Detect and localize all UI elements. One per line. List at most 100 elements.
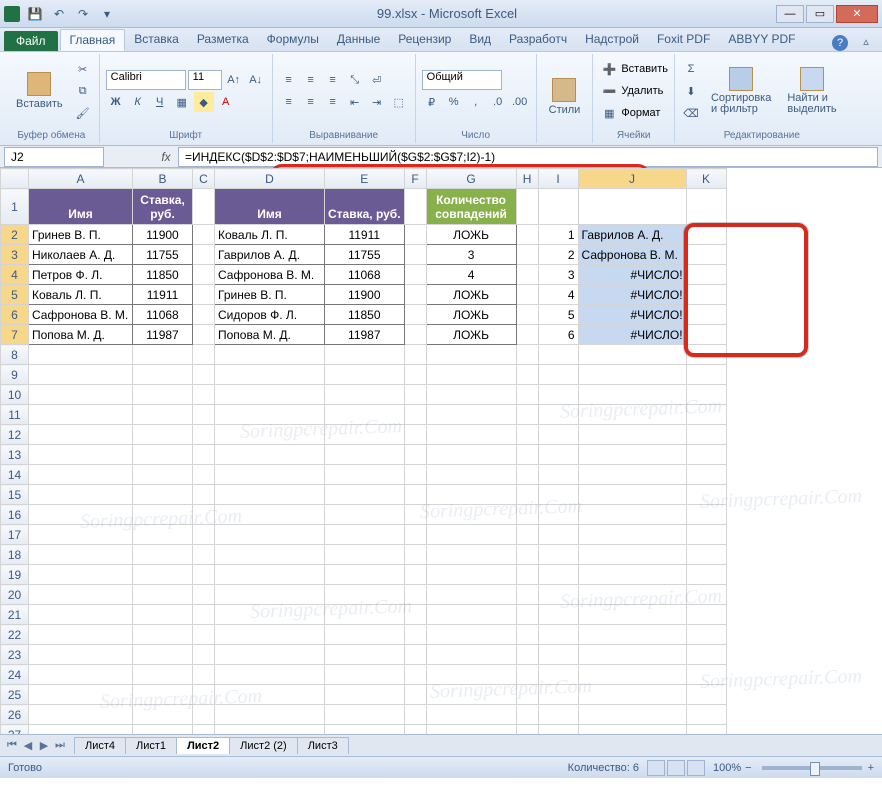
font-size-combo[interactable]: 11 [188,70,222,90]
cell-H2[interactable] [516,225,538,245]
cell-F14[interactable] [404,465,426,485]
cell-A2[interactable]: Гринев В. П. [29,225,133,245]
row-header-18[interactable]: 18 [1,545,29,565]
cell-I2[interactable]: 1 [538,225,578,245]
sheet-tab-Лист3[interactable]: Лист3 [297,737,349,754]
cell-H20[interactable] [516,585,538,605]
cell-K24[interactable] [686,665,726,685]
cell-J24[interactable] [578,665,686,685]
cell-F8[interactable] [404,345,426,365]
delete-cells-icon[interactable]: ➖ [599,81,619,101]
cell-F12[interactable] [404,425,426,445]
cell-D26[interactable] [215,705,325,725]
cell-G27[interactable] [426,725,516,735]
sheet-tab-Лист2[interactable]: Лист2 [176,737,230,754]
font-name-combo[interactable]: Calibri [106,70,186,90]
cell-H4[interactable] [516,265,538,285]
cell-I6[interactable]: 5 [538,305,578,325]
cell-I18[interactable] [538,545,578,565]
col-header-G[interactable]: G [426,169,516,189]
row-header-15[interactable]: 15 [1,485,29,505]
row-header-19[interactable]: 19 [1,565,29,585]
cell-C8[interactable] [193,345,215,365]
ribbon-tab-2[interactable]: Разметка [188,29,258,51]
cell-A8[interactable] [29,345,133,365]
cell-A10[interactable] [29,385,133,405]
cell-I1[interactable] [538,189,578,225]
cell-E1[interactable]: Ставка, руб. [325,189,405,225]
row-header-2[interactable]: 2 [1,225,29,245]
cell-F19[interactable] [404,565,426,585]
cell-K12[interactable] [686,425,726,445]
cell-C22[interactable] [193,625,215,645]
row-header-17[interactable]: 17 [1,525,29,545]
cell-C7[interactable] [193,325,215,345]
cell-C24[interactable] [193,665,215,685]
cell-I5[interactable]: 4 [538,285,578,305]
cell-D3[interactable]: Гаврилов А. Д. [215,245,325,265]
cell-B25[interactable] [133,685,193,705]
cell-J22[interactable] [578,625,686,645]
ribbon-tab-3[interactable]: Формулы [258,29,328,51]
cell-K16[interactable] [686,505,726,525]
row-header-5[interactable]: 5 [1,285,29,305]
cell-E15[interactable] [325,485,405,505]
fx-icon[interactable]: fx [154,150,178,164]
cell-I21[interactable] [538,605,578,625]
format-painter-icon[interactable]: 🖌 [73,103,93,123]
cell-D23[interactable] [215,645,325,665]
col-header-I[interactable]: I [538,169,578,189]
cell-A26[interactable] [29,705,133,725]
cell-E12[interactable] [325,425,405,445]
ribbon-tab-5[interactable]: Рецензир [389,29,460,51]
align-center-icon[interactable]: ≡ [301,92,321,112]
find-select-button[interactable]: Найти и выделить [781,65,842,117]
cell-H24[interactable] [516,665,538,685]
cell-F18[interactable] [404,545,426,565]
cell-B23[interactable] [133,645,193,665]
cell-I17[interactable] [538,525,578,545]
cell-B2[interactable]: 11900 [133,225,193,245]
cell-J6[interactable]: #ЧИСЛО! [578,305,686,325]
delete-cells-label[interactable]: Удалить [621,85,663,97]
sheet-tab-Лист2 (2)[interactable]: Лист2 (2) [229,737,298,754]
close-button[interactable]: ✕ [836,5,878,23]
cell-K18[interactable] [686,545,726,565]
cell-B19[interactable] [133,565,193,585]
cell-I11[interactable] [538,405,578,425]
cell-C25[interactable] [193,685,215,705]
cell-C15[interactable] [193,485,215,505]
cell-E9[interactable] [325,365,405,385]
cell-D13[interactable] [215,445,325,465]
cell-H7[interactable] [516,325,538,345]
col-header-B[interactable]: B [133,169,193,189]
cell-F2[interactable] [404,225,426,245]
cell-G10[interactable] [426,385,516,405]
cell-G16[interactable] [426,505,516,525]
cell-I24[interactable] [538,665,578,685]
cell-I27[interactable] [538,725,578,735]
cell-F15[interactable] [404,485,426,505]
ribbon-tab-0[interactable]: Главная [60,29,126,51]
cell-J10[interactable] [578,385,686,405]
cell-E22[interactable] [325,625,405,645]
ribbon-tab-4[interactable]: Данные [328,29,389,51]
cell-B11[interactable] [133,405,193,425]
cell-G6[interactable]: ЛОЖЬ [426,305,516,325]
cell-I23[interactable] [538,645,578,665]
cell-D18[interactable] [215,545,325,565]
cell-H8[interactable] [516,345,538,365]
cell-D9[interactable] [215,365,325,385]
cell-D15[interactable] [215,485,325,505]
cell-C27[interactable] [193,725,215,735]
increase-decimal-icon[interactable]: .0 [488,92,508,112]
percent-icon[interactable]: % [444,92,464,112]
cell-A16[interactable] [29,505,133,525]
cell-J11[interactable] [578,405,686,425]
cut-icon[interactable]: ✂ [73,59,93,79]
cell-H22[interactable] [516,625,538,645]
cell-A4[interactable]: Петров Ф. Л. [29,265,133,285]
cell-A24[interactable] [29,665,133,685]
cell-B10[interactable] [133,385,193,405]
cell-C9[interactable] [193,365,215,385]
